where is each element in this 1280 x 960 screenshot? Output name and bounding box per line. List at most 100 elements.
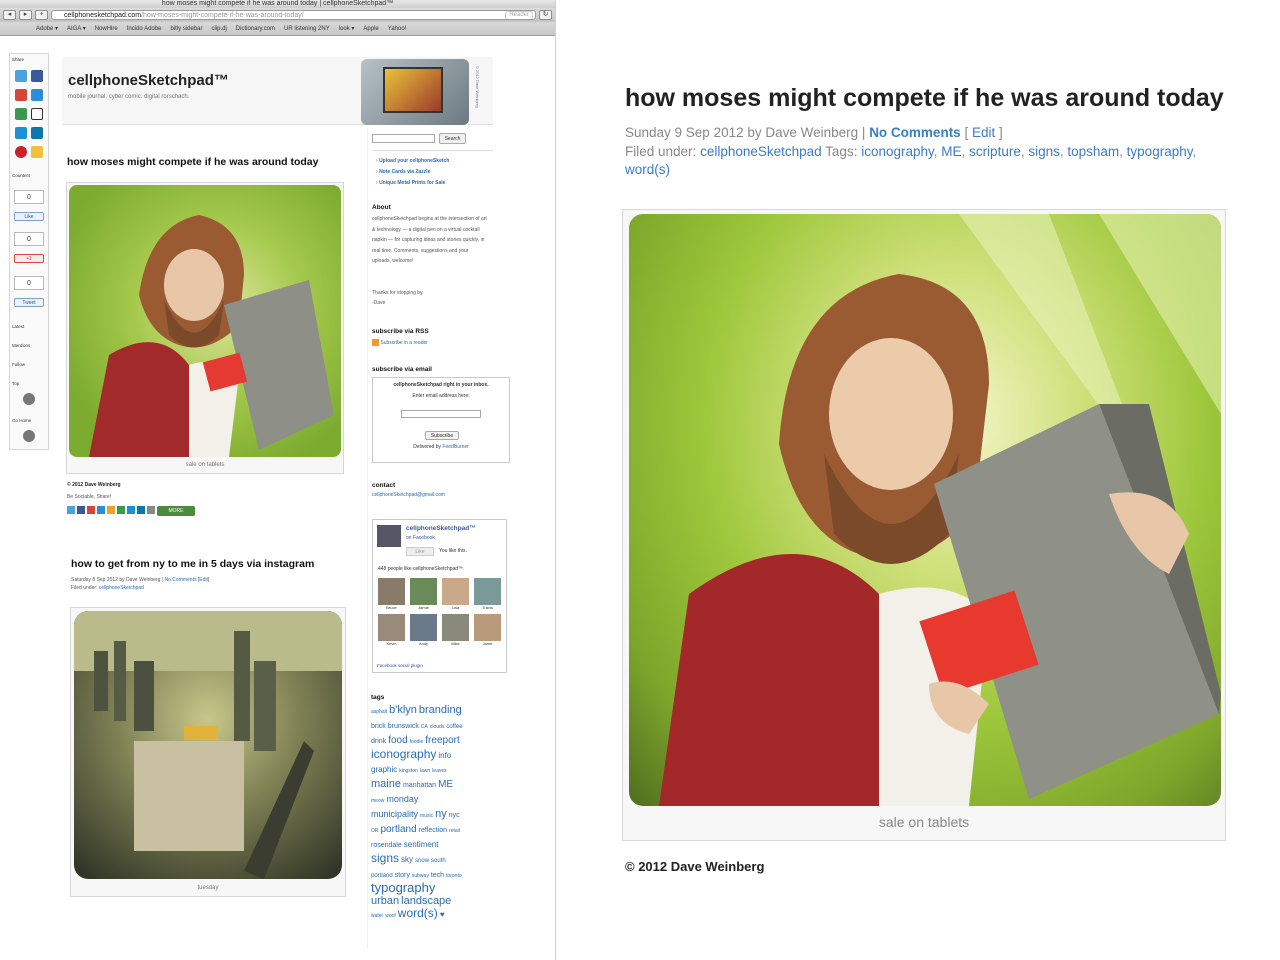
zoomed-post-title[interactable]: how moses might compete if he was around… [625, 84, 1224, 113]
tag-link[interactable]: branding [419, 704, 462, 716]
no-comments-link[interactable]: No Comments [165, 577, 197, 583]
favorite-star-icon[interactable] [31, 146, 43, 158]
tag-link[interactable]: iconography [861, 144, 934, 159]
follow-label[interactable]: Follow [12, 362, 25, 367]
tag-link[interactable]: story [395, 872, 410, 879]
search-button[interactable]: Search [439, 133, 466, 144]
post-title[interactable]: how moses might compete if he was around… [67, 156, 318, 168]
tag-link[interactable]: CA [421, 724, 428, 730]
gmail-icon[interactable] [15, 89, 27, 101]
category-link[interactable]: cellphoneSketchpad [700, 144, 822, 159]
twitter-icon[interactable] [67, 506, 75, 514]
address-bar[interactable]: cellphonesketchpad.com/how-moses-might-c… [51, 10, 536, 20]
facebook-icon[interactable] [31, 70, 43, 82]
tag-link[interactable]: music [420, 813, 433, 819]
tag-link[interactable]: word(s) [398, 906, 438, 920]
bookmark-item[interactable]: Dictionary.com [236, 26, 275, 32]
tag-link[interactable]: brunswick [388, 723, 419, 730]
stumbleupon-icon[interactable] [15, 108, 27, 120]
tag-link[interactable]: maine [371, 778, 401, 790]
tag-link[interactable]: ME [438, 779, 453, 790]
latest-label[interactable]: Latest [12, 324, 24, 329]
tag-link[interactable]: monday [386, 794, 418, 804]
tag-link[interactable]: water [371, 913, 383, 919]
tag-link[interactable]: scripture [969, 144, 1021, 159]
tag-link[interactable]: graphic [371, 765, 397, 774]
bookmark-item[interactable]: look ▾ [339, 25, 355, 32]
fb-face[interactable]: Bruce [378, 578, 405, 610]
bookmark-item[interactable]: Incido Adobe [127, 26, 162, 32]
print-icon[interactable] [147, 506, 155, 514]
delicious-square-icon[interactable] [31, 108, 43, 120]
reader-button[interactable]: Reader [505, 11, 533, 19]
top-label[interactable]: Top [12, 381, 19, 386]
linkedin-icon[interactable] [137, 506, 145, 514]
tag-link[interactable]: b'klyn [389, 704, 417, 716]
fb-face[interactable]: Lisa [442, 578, 469, 610]
delicious-icon[interactable] [31, 89, 43, 101]
fb-face[interactable]: Mike [442, 614, 469, 646]
tag-link[interactable]: woof [385, 913, 396, 919]
google-plus-button[interactable]: +1 [14, 254, 44, 263]
edit-link[interactable]: Edit [199, 577, 208, 583]
category-link[interactable]: cellphoneSketchpad [99, 585, 144, 591]
tag-link[interactable]: reflection [419, 827, 447, 834]
tag-link[interactable]: iconography [371, 747, 436, 761]
tag-link[interactable]: toronto [446, 873, 462, 879]
tag-link[interactable]: word(s) [625, 162, 670, 177]
tag-link[interactable]: brick [371, 723, 386, 730]
refresh-icon[interactable]: ↻ [539, 10, 552, 20]
go-home-label[interactable]: Go Home [12, 418, 31, 423]
heart-icon[interactable]: ♥ [440, 910, 445, 919]
tag-link[interactable]: tech [431, 872, 444, 879]
scroll-top-icon[interactable] [23, 393, 35, 405]
blogger-icon[interactable] [107, 506, 115, 514]
tag-link[interactable]: manhattan [403, 782, 436, 789]
tag-link[interactable]: clouds [430, 724, 444, 730]
tag-link[interactable]: south [431, 858, 446, 864]
facebook-like-button[interactable]: Like [14, 212, 44, 221]
fb-face[interactable]: Kevin [378, 614, 405, 646]
tag-link[interactable]: ny [435, 808, 447, 820]
tag-link[interactable]: leaves [432, 768, 446, 774]
fb-face[interactable]: Janet [474, 614, 501, 646]
back-button[interactable]: ◂ [3, 10, 16, 20]
ny-skyline-photo[interactable] [74, 611, 342, 879]
fb-like-button[interactable]: Like [406, 547, 434, 556]
linkedin-icon[interactable] [31, 127, 43, 139]
tag-link[interactable]: drink [371, 738, 386, 745]
moses-photo-large[interactable] [629, 214, 1221, 806]
add-bookmark-button[interactable]: + [35, 10, 48, 20]
delicious-icon[interactable] [97, 506, 105, 514]
feedburner-link[interactable]: FeedBurner [442, 444, 468, 450]
no-comments-link[interactable]: No Comments [869, 125, 961, 140]
tag-link[interactable]: signs [371, 851, 399, 865]
tag-link[interactable]: asphalt [371, 709, 387, 715]
facebook-icon[interactable] [77, 506, 85, 514]
tag-link[interactable]: ME [941, 144, 961, 159]
email-icon[interactable] [87, 506, 95, 514]
tag-link[interactable]: retail [449, 828, 460, 834]
moses-photo[interactable] [69, 185, 341, 457]
tag-link[interactable]: freeport [425, 735, 459, 746]
bookmark-item[interactable]: NowHire [95, 26, 118, 32]
tag-link[interactable]: signs [1028, 144, 1060, 159]
fb-page-name[interactable]: cellphoneSketchpad™ [406, 525, 476, 532]
post-title[interactable]: how to get from ny to me in 5 days via i… [71, 558, 314, 570]
tweet-button[interactable]: Tweet [14, 298, 44, 307]
fb-face[interactable]: Jamie [410, 578, 437, 610]
fb-face[interactable]: Andy [410, 614, 437, 646]
upload-link[interactable]: Upload your cellphoneSketch [379, 158, 449, 164]
forward-button[interactable]: ▸ [19, 10, 32, 20]
search-input[interactable] [372, 134, 435, 143]
tag-link[interactable]: snow [415, 858, 429, 864]
email-field[interactable] [401, 410, 481, 418]
bookmark-item[interactable]: Yahoo! [388, 26, 407, 32]
tag-link[interactable]: coffee [446, 724, 462, 730]
tag-link[interactable]: subway [412, 873, 429, 879]
tag-link[interactable]: kingston [399, 768, 418, 774]
metal-prints-link[interactable]: Unique Metal Prints for Sale [379, 180, 445, 186]
note-cards-link[interactable]: Note Cards via Zazzle [379, 169, 430, 175]
tag-link[interactable]: portland [381, 824, 417, 835]
tag-link[interactable]: OR [371, 828, 379, 834]
